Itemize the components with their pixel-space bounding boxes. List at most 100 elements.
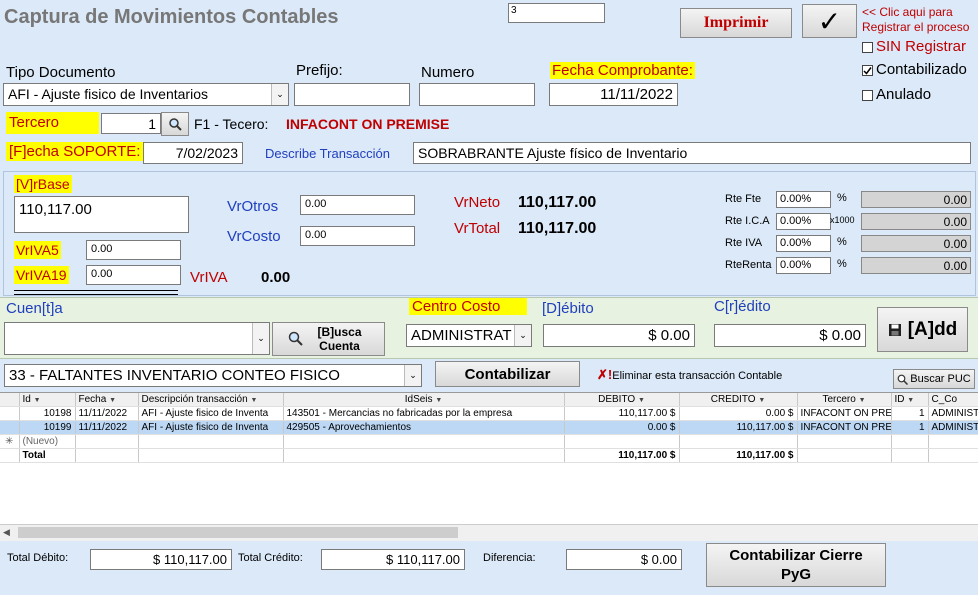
contabilizar-cierre-button[interactable]: Contabilizar Cierre PyG <box>706 543 886 587</box>
total-debito-label: Total Débito: <box>7 552 69 564</box>
search-icon <box>169 118 182 131</box>
rte-fte-label: Rte Fte <box>725 193 762 205</box>
transactions-grid[interactable]: Id ▼ Fecha ▼ Descripción transacción ▼ I… <box>0 392 978 541</box>
fecha-soporte-label: [F]echa SOPORTE: <box>6 142 144 161</box>
column-header[interactable]: C_Co <box>928 393 978 407</box>
credito-input[interactable]: $ 0.00 <box>714 324 866 347</box>
vriva19-input[interactable]: 0.00 <box>86 265 181 285</box>
option-contabilizado[interactable]: Contabilizado <box>862 61 967 78</box>
rte-ica-pct[interactable]: 0.00% <box>776 213 831 230</box>
column-header[interactable]: Tercero ▼ <box>797 393 892 407</box>
option-anulado[interactable]: Anulado <box>862 86 931 103</box>
divider <box>14 290 178 295</box>
pct-symbol: % <box>837 258 847 270</box>
table-row[interactable]: 10198 11/11/2022 AFI - Ajuste fisico de … <box>0 406 978 421</box>
table-row-selected[interactable]: 10199 11/11/2022 AFI - Ajuste fisico de … <box>0 420 978 435</box>
checkbox-icon <box>862 89 873 101</box>
filter-arrow-icon: ▼ <box>33 397 41 404</box>
row-selector[interactable] <box>0 406 20 421</box>
vrotros-input[interactable]: 0.00 <box>300 195 415 215</box>
save-icon <box>888 323 901 336</box>
vriva5-input[interactable]: 0.00 <box>86 240 181 260</box>
x1000-label: x1000 <box>830 215 855 225</box>
vriva19-label: VrIVA19 <box>14 266 69 284</box>
vrbase-label: [V]rBase <box>14 175 72 193</box>
account-select[interactable]: 33 - FALTANTES INVENTARIO CONTEO FISICO … <box>4 364 422 387</box>
column-header[interactable]: IdSeis ▼ <box>283 393 565 407</box>
busca-cuenta-button[interactable]: [B]usca Cuenta <box>272 322 385 356</box>
vriva5-label: VrIVA5 <box>14 241 61 259</box>
pct-symbol: % <box>837 192 847 204</box>
search-tercero-button[interactable] <box>161 112 189 136</box>
horizontal-scrollbar[interactable]: ◀ <box>0 524 978 541</box>
numero-input[interactable] <box>419 83 535 106</box>
contabilizar-button[interactable]: Contabilizar <box>435 361 580 387</box>
vriva-value: 0.00 <box>261 269 291 286</box>
filter-arrow-icon: ▼ <box>250 397 258 404</box>
total-credito-value: $ 110,117.00 <box>321 549 465 570</box>
page-title: Captura de Movimientos Contables <box>4 6 339 28</box>
rte-fte-value: 0.00 <box>861 191 971 208</box>
chevron-down-icon: ⌄ <box>252 323 269 354</box>
numero-label: Numero <box>421 64 475 81</box>
delete-icon: ✗! <box>597 367 613 382</box>
debito-input[interactable]: $ 0.00 <box>543 324 695 347</box>
describe-input[interactable]: SOBRABRANTE Ajuste físico de Inventario <box>413 142 971 164</box>
vrcosto-input[interactable]: 0.00 <box>300 226 415 246</box>
option-sin-registrar[interactable]: SIN Registrar <box>862 38 966 55</box>
scroll-left-icon[interactable]: ◀ <box>3 527 10 538</box>
tercero-input[interactable]: 1 <box>101 113 161 134</box>
vrotros-label: VrOtros <box>227 198 279 215</box>
new-row-icon: ✳ <box>0 434 20 449</box>
fecha-comprobante-label: Fecha Comprobante: <box>550 62 695 79</box>
buscar-puc-button[interactable]: Buscar PUC <box>893 369 975 389</box>
column-header[interactable]: CREDITO ▼ <box>679 393 798 407</box>
counter-field[interactable]: 3 <box>508 3 605 23</box>
vrbase-input[interactable]: 110,117.00 <box>14 196 189 233</box>
total-credito-label: Total Crédito: <box>238 552 303 564</box>
total-row: Total 110,117.00 $ 110,117.00 $ <box>0 448 978 463</box>
eliminar-transaccion-link[interactable]: ✗!Eliminar esta transacción Contable <box>597 367 782 383</box>
filter-arrow-icon: ▼ <box>758 397 766 404</box>
fecha-soporte-input[interactable]: 7/02/2023 <box>143 142 243 164</box>
prefijo-input[interactable] <box>294 83 410 106</box>
checkbox-icon <box>862 41 873 53</box>
credito-label: C[r]édito <box>714 298 771 315</box>
add-button[interactable]: [A]dd <box>877 307 968 352</box>
tercero-label: Tercero <box>6 112 99 134</box>
column-header[interactable]: DEBITO ▼ <box>564 393 680 407</box>
column-header[interactable]: Id ▼ <box>19 393 76 407</box>
cuenta-select[interactable]: ⌄ <box>4 322 270 355</box>
column-header[interactable]: ID ▼ <box>891 393 929 407</box>
rte-fte-pct[interactable]: 0.00% <box>776 191 831 208</box>
row-selector[interactable] <box>0 420 20 435</box>
pct-symbol: % <box>837 236 847 248</box>
rte-iva-pct[interactable]: 0.00% <box>776 235 831 252</box>
register-process-button[interactable]: ✓ <box>802 4 857 38</box>
contabilizar-cierre-label: Contabilizar Cierre PyG <box>729 547 863 583</box>
new-row[interactable]: ✳ (Nuevo) <box>0 434 978 449</box>
fecha-comprobante-input[interactable]: 11/11/2022 <box>549 83 678 106</box>
vriva-label: VrIVA <box>190 269 228 286</box>
filter-arrow-icon: ▼ <box>435 397 443 404</box>
filter-arrow-icon: ▼ <box>637 397 645 404</box>
register-hint: << Clic aqui para Registrar el proceso <box>862 5 970 34</box>
centro-costo-select[interactable]: ADMINISTRAT ⌄ <box>406 324 532 347</box>
chevron-down-icon: ⌄ <box>514 325 531 346</box>
total-debito-value: $ 110,117.00 <box>90 549 232 570</box>
grid-table: Id ▼ Fecha ▼ Descripción transacción ▼ I… <box>0 393 978 463</box>
debito-label: [D]ébito <box>542 300 594 317</box>
vrneto-value: 110,117.00 <box>518 194 597 211</box>
grid-header-row: Id ▼ Fecha ▼ Descripción transacción ▼ I… <box>0 393 978 407</box>
tipo-documento-select[interactable]: AFI - Ajuste fisico de Inventarios ⌄ <box>3 83 289 106</box>
diferencia-label: Diferencia: <box>483 552 536 564</box>
filter-arrow-icon: ▼ <box>858 397 866 404</box>
column-header[interactable]: Descripción transacción ▼ <box>138 393 284 407</box>
contabilizar-label: Contabilizar <box>464 365 551 383</box>
column-header[interactable]: Fecha ▼ <box>75 393 139 407</box>
chevron-down-icon: ⌄ <box>404 365 421 386</box>
scrollbar-thumb[interactable] <box>18 527 458 538</box>
rte-renta-pct[interactable]: 0.00% <box>776 257 831 274</box>
f1-tercero-label: F1 - Tecero: <box>194 116 269 132</box>
print-button[interactable]: Imprimir <box>680 8 792 38</box>
